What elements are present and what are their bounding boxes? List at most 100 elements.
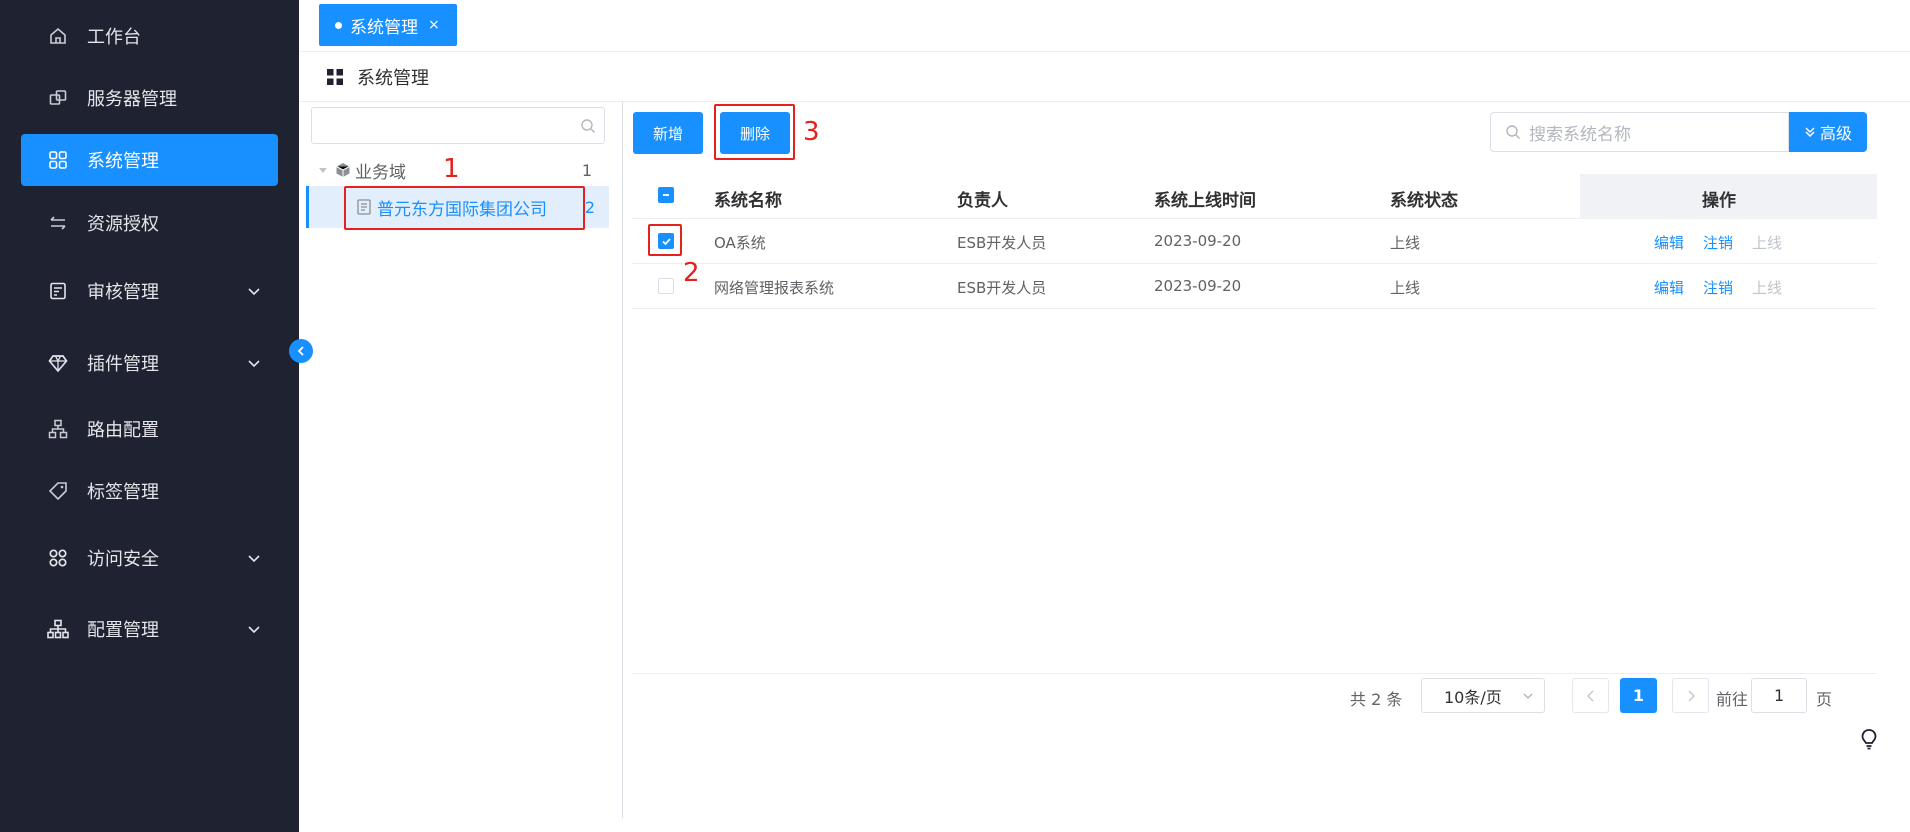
page-unit-label: 页 bbox=[1816, 690, 1833, 709]
cell-launch-date: 2023-09-20 bbox=[1154, 232, 1242, 250]
app-root: 工作台 服务器管理 系统管理 资源授权 审核管理 插件管理 路由配置 标签管理 … bbox=[0, 0, 1910, 832]
sidebar-item-system[interactable]: 系统管理 bbox=[21, 134, 278, 186]
cell-system-name: 网络管理报表系统 bbox=[714, 279, 835, 297]
page-number-button[interactable]: 1 bbox=[1620, 678, 1657, 713]
caret-down-icon[interactable] bbox=[317, 164, 329, 176]
annotation-number-1: 1 bbox=[443, 154, 460, 184]
sidebar-item-label: 资源授权 bbox=[87, 214, 159, 235]
cell-launch-date: 2023-09-20 bbox=[1154, 277, 1242, 295]
page-header: 系统管理 bbox=[299, 52, 1910, 102]
select-all-checkbox[interactable] bbox=[658, 187, 674, 203]
cell-status: 上线 bbox=[1390, 234, 1421, 252]
tree-node-label: 业务域 bbox=[355, 162, 406, 183]
security-grid-icon bbox=[46, 546, 70, 570]
table-row[interactable]: 网络管理报表系统 ESB开发人员 2023-09-20 上线 编辑 注销 上线 bbox=[632, 264, 1877, 309]
system-search-input[interactable]: 搜索系统名称 bbox=[1490, 112, 1789, 152]
sidebar-item-audit[interactable]: 审核管理 bbox=[21, 265, 278, 317]
chevron-down-icon bbox=[1523, 693, 1533, 700]
tree-node-business-domain[interactable]: 业务域 1 bbox=[317, 155, 612, 185]
double-chevron-down-icon bbox=[1805, 127, 1815, 138]
sidebar-item-label: 系统管理 bbox=[87, 151, 159, 172]
page-title: 系统管理 bbox=[357, 67, 429, 89]
sidebar-item-label: 标签管理 bbox=[87, 482, 159, 503]
apps-grid-icon bbox=[46, 148, 70, 172]
advanced-label: 高级 bbox=[1819, 124, 1852, 143]
goto-label: 前往 bbox=[1716, 690, 1749, 709]
sidebar-collapse-button[interactable] bbox=[289, 339, 313, 363]
advanced-search-button[interactable]: 高级 bbox=[1789, 112, 1867, 152]
total-count: 共 2 条 bbox=[1350, 690, 1403, 709]
cell-status: 上线 bbox=[1390, 279, 1421, 297]
sidebar-item-workbench[interactable]: 工作台 bbox=[21, 10, 278, 62]
tab-close-icon[interactable]: × bbox=[428, 17, 440, 33]
chevron-left-icon bbox=[297, 346, 304, 356]
sidebar-item-label: 配置管理 bbox=[87, 620, 159, 641]
goto-page-input[interactable]: 1 bbox=[1751, 678, 1807, 713]
column-header[interactable]: 系统名称 bbox=[714, 186, 782, 211]
row-checkbox[interactable] bbox=[658, 278, 674, 294]
route-icon bbox=[46, 417, 70, 441]
sidebar-item-label: 插件管理 bbox=[87, 354, 159, 375]
annotation-number-3: 3 bbox=[803, 117, 820, 147]
sidebar-item-route[interactable]: 路由配置 bbox=[21, 403, 278, 455]
sidebar-item-resource-auth[interactable]: 资源授权 bbox=[21, 197, 278, 249]
sidebar-item-label: 审核管理 bbox=[87, 282, 159, 303]
annotation-box-3 bbox=[714, 104, 795, 160]
server-icon bbox=[46, 86, 70, 110]
cell-owner: ESB开发人员 bbox=[957, 279, 1047, 297]
transfer-icon bbox=[46, 211, 70, 235]
edit-link[interactable]: 编辑 bbox=[1654, 232, 1684, 253]
cell-owner: ESB开发人员 bbox=[957, 234, 1047, 252]
column-header: 操作 bbox=[1702, 191, 1736, 211]
tab-bar: 系统管理 × bbox=[299, 0, 1910, 52]
pagination-divider bbox=[632, 673, 1877, 674]
online-link[interactable]: 上线 bbox=[1752, 277, 1782, 298]
search-icon bbox=[1506, 125, 1520, 139]
diamond-icon bbox=[46, 351, 70, 375]
sidebar-item-server[interactable]: 服务器管理 bbox=[21, 72, 278, 124]
audit-icon bbox=[46, 279, 70, 303]
active-dot bbox=[335, 21, 342, 29]
search-placeholder: 搜索系统名称 bbox=[1529, 124, 1631, 145]
deregister-link[interactable]: 注销 bbox=[1703, 232, 1733, 253]
online-link[interactable]: 上线 bbox=[1752, 232, 1782, 253]
sidebar-item-label: 访问安全 bbox=[87, 549, 159, 570]
tab-system-management[interactable]: 系统管理 × bbox=[319, 4, 457, 46]
sidebar-item-config[interactable]: 配置管理 bbox=[21, 603, 278, 655]
sidebar-item-label: 服务器管理 bbox=[87, 89, 177, 110]
home-icon bbox=[46, 24, 70, 48]
chevron-down-icon bbox=[248, 626, 260, 634]
sidebar-item-access-security[interactable]: 访问安全 bbox=[21, 532, 278, 584]
cell-system-name: OA系统 bbox=[714, 234, 766, 252]
annotation-box-2 bbox=[648, 224, 682, 256]
column-header[interactable]: 系统上线时间 bbox=[1154, 186, 1256, 211]
sidebar-item-tag[interactable]: 标签管理 bbox=[21, 465, 278, 517]
tree-search-input[interactable] bbox=[311, 107, 605, 144]
deregister-link[interactable]: 注销 bbox=[1703, 277, 1733, 298]
lightbulb-icon[interactable] bbox=[1860, 728, 1878, 750]
edit-link[interactable]: 编辑 bbox=[1654, 277, 1684, 298]
sidebar-item-label: 工作台 bbox=[87, 27, 141, 48]
annotation-box-1 bbox=[344, 186, 585, 230]
chevron-left-icon bbox=[1586, 690, 1593, 701]
chevron-down-icon bbox=[248, 555, 260, 563]
column-header[interactable]: 系统状态 bbox=[1390, 186, 1458, 211]
cube-icon bbox=[336, 163, 350, 177]
tree-node-count: 1 bbox=[581, 160, 592, 180]
sidebar: 工作台 服务器管理 系统管理 资源授权 审核管理 插件管理 路由配置 标签管理 … bbox=[0, 0, 299, 832]
sidebar-item-plugin[interactable]: 插件管理 bbox=[21, 337, 278, 389]
systems-table: 系统名称 负责人 系统上线时间 系统状态 操作 OA系统 ESB开发人员 202… bbox=[632, 174, 1877, 309]
indeterminate-icon bbox=[663, 194, 669, 196]
page-size-select[interactable]: 10条/页 bbox=[1421, 678, 1545, 713]
add-button[interactable]: 新增 bbox=[633, 112, 703, 154]
page-size-value: 10条/页 bbox=[1444, 687, 1502, 707]
column-header[interactable]: 负责人 bbox=[957, 186, 1008, 211]
table-header: 系统名称 负责人 系统上线时间 系统状态 操作 bbox=[632, 174, 1877, 219]
chevron-down-icon bbox=[248, 360, 260, 368]
prev-page-button[interactable] bbox=[1572, 678, 1609, 713]
sidebar-item-label: 路由配置 bbox=[87, 420, 159, 441]
table-row[interactable]: OA系统 ESB开发人员 2023-09-20 上线 编辑 注销 上线 bbox=[632, 219, 1877, 264]
tab-label: 系统管理 bbox=[350, 17, 418, 38]
next-page-button[interactable] bbox=[1672, 678, 1709, 713]
search-icon bbox=[581, 119, 595, 133]
